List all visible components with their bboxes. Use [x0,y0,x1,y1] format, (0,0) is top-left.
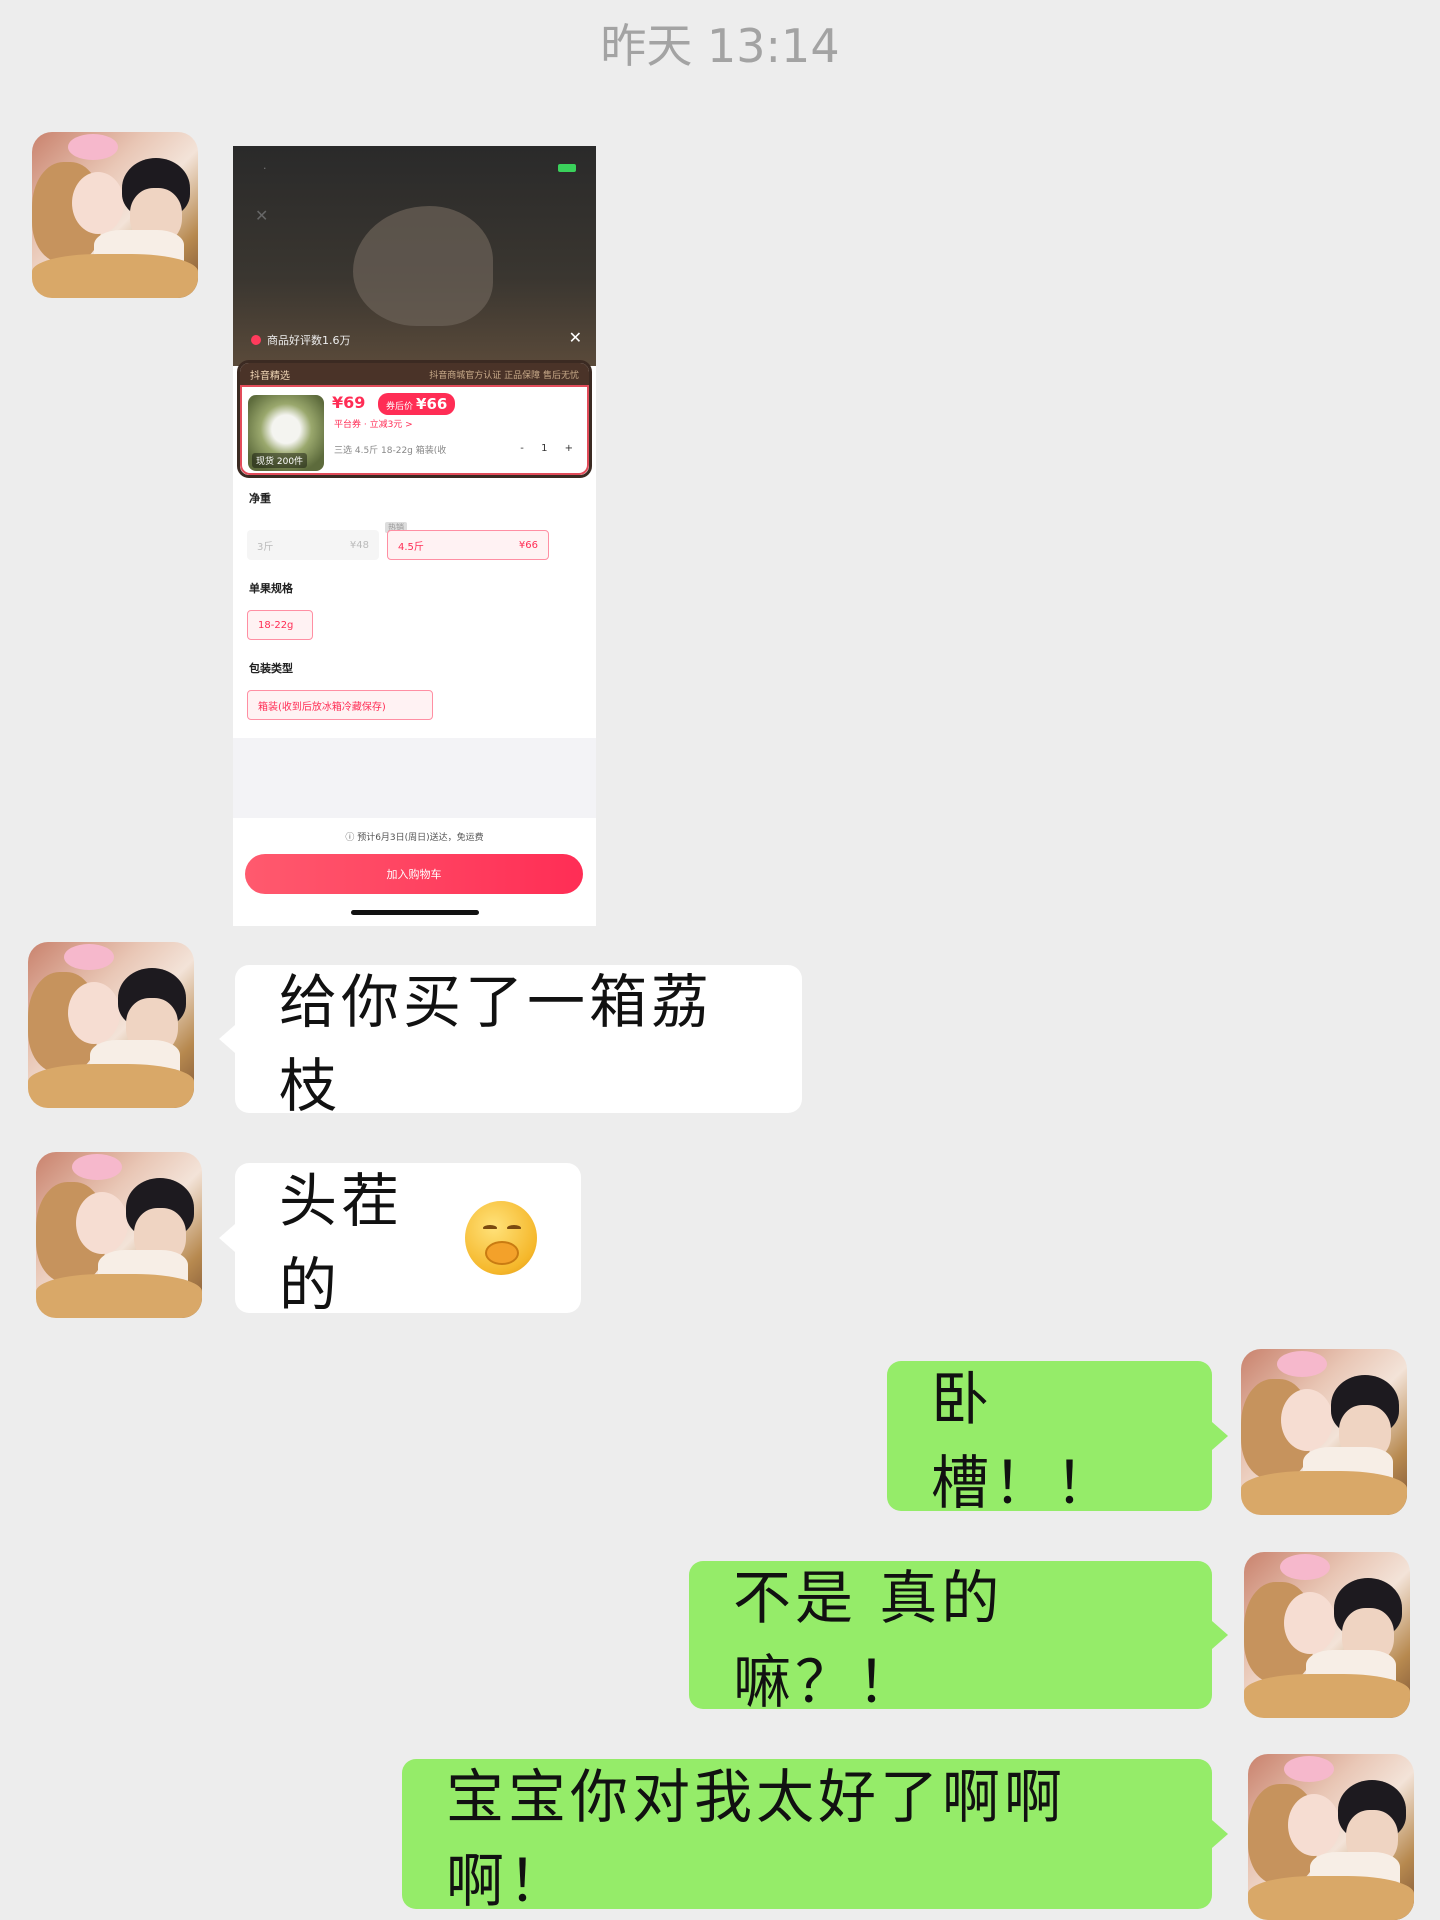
coupon-prefix: 券后价 [386,402,414,412]
status-bar-time: · [263,162,267,175]
message-bubble-incoming[interactable]: 头茬的 [219,1163,581,1319]
size-option: 18-22g [247,610,313,640]
section-pack-label: 包装类型 [249,662,293,675]
card-header-title: 抖音精选 [250,370,290,382]
price: ¥69 [332,393,366,412]
thinking-hand-over-mouth-emoji [465,1201,537,1275]
option-label: 4.5斤 [398,541,424,553]
message-bubble-incoming[interactable]: 给你买了一箱荔枝 [219,965,802,1120]
product-screenshot-image[interactable]: · ✕ 商品好评数1.6万 ✕ 抖音精选 抖音商城官方认证 正品保障 售后无忧 … [233,146,596,926]
spacer-area [233,738,596,818]
close-x-icon: ✕ [568,328,582,347]
quantity-stepper: - 1 + [520,443,573,454]
spec-summary: 三选 4.5斤 18-22g 箱装(收 [334,446,447,456]
coupon-price: ¥66 [416,395,448,413]
my-avatar[interactable] [1248,1754,1414,1920]
message-text: 宝宝你对我太好了啊啊啊！ [446,1763,1067,1915]
message-text: 卧槽！！ [931,1365,1118,1517]
weight-option-3jin: 3斤 ¥48 [247,530,379,560]
my-avatar[interactable] [1244,1552,1410,1718]
home-indicator [351,910,479,915]
my-avatar[interactable] [1241,1349,1407,1515]
battery-icon [558,164,576,172]
pack-option: 箱装(收到后放冰箱冷藏保存) [247,690,433,720]
product-photo [353,206,493,326]
message-text: 不是 真的嘛？！ [733,1564,1004,1716]
subsidy-text: 平台券 · 立减3元 > [334,420,413,430]
option-label: 18-22g [258,619,294,631]
section-size-label: 单果规格 [249,582,293,595]
rating-dot-icon [251,335,261,345]
delivery-info: ⓘ 预计6月3日(周日)送达，免运费 [345,833,484,843]
section-weight-label: 净重 [249,492,271,505]
add-to-cart-button: 加入购物车 [245,854,583,894]
rating-label: 商品好评数1.6万 [251,332,351,348]
product-video-area: · ✕ 商品好评数1.6万 ✕ [233,146,596,366]
coupon-price-badge: 券后价 ¥66 [378,393,456,415]
contact-avatar[interactable] [28,942,194,1108]
card-header-tags: 抖音商城官方认证 正品保障 售后无忧 [429,370,579,381]
contact-avatar[interactable] [32,132,198,298]
message-text: 给你买了一箱荔枝 [279,968,714,1120]
option-price: ¥66 [518,539,538,551]
option-label: 箱装(收到后放冰箱冷藏保存) [258,701,386,713]
message-bubble-outgoing[interactable]: 卧槽！！ [887,1361,1228,1517]
message-bubble-outgoing[interactable]: 不是 真的嘛？！ [689,1561,1228,1716]
option-price: ¥48 [349,539,369,551]
option-label: 3斤 [257,541,274,553]
rating-text: 商品好评数1.6万 [267,334,351,347]
stock-label: 现货 200件 [252,453,308,468]
contact-avatar[interactable] [36,1152,202,1318]
product-card: 抖音精选 抖音商城官方认证 正品保障 售后无忧 现货 200件 ¥69 券后价 ¥… [237,360,592,478]
close-icon: ✕ [255,206,269,225]
message-bubble-outgoing[interactable]: 宝宝你对我太好了啊啊啊！ [402,1759,1228,1915]
weight-option-4-5jin: 4.5斤 ¥66 [387,530,549,560]
message-text: 头茬的 [279,1167,404,1319]
timestamp: 昨天 13:14 [600,19,840,73]
